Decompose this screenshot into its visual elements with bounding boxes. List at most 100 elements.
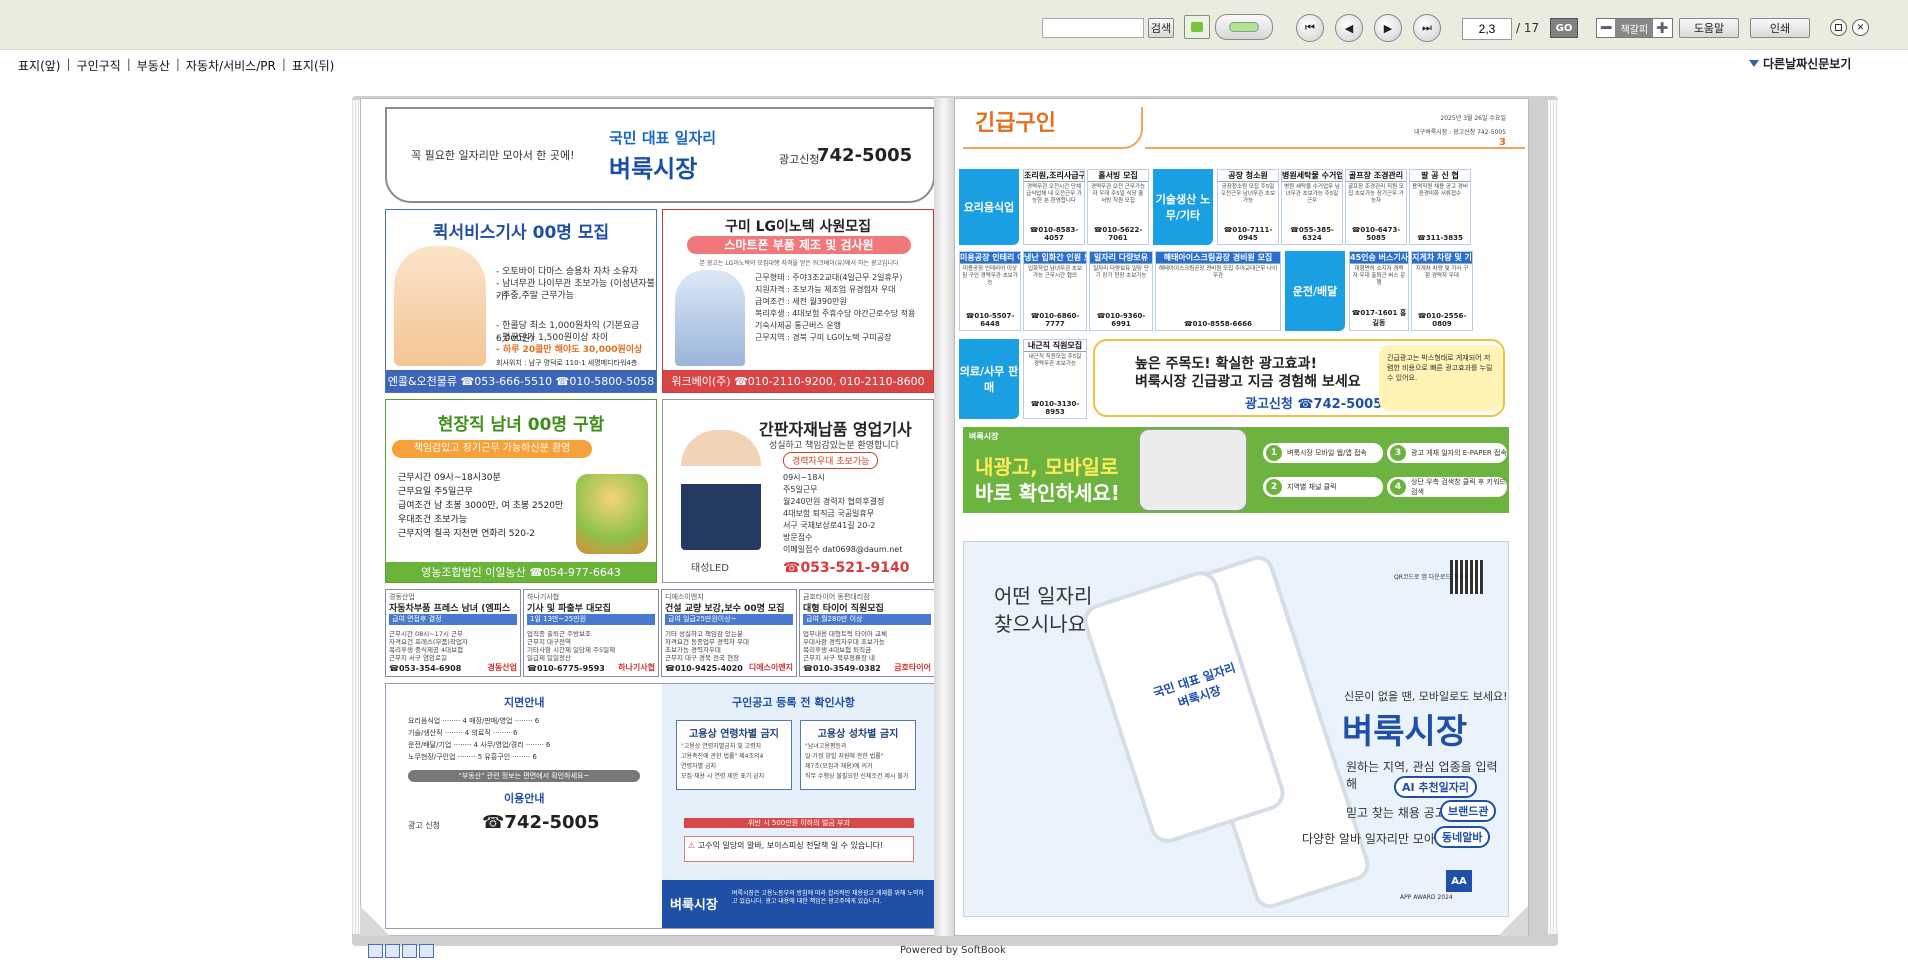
classified-phone: ☎010-5507-6448 — [965, 312, 1015, 328]
ad-line: 월240만원 경력자 협의후결정 — [783, 497, 885, 506]
ad-band: 책임감있고 장기근무 가능하신분 환영 — [392, 440, 592, 458]
list-view-icon[interactable] — [402, 944, 417, 958]
classified-title: 미용공장 인테리 이삿짐 — [960, 252, 1020, 264]
page-curl-right[interactable] — [1498, 906, 1528, 936]
region-line: 요리음식업 ········ 4 매장/판매/영업 ········ 6 — [408, 717, 540, 725]
classified-ad: 병원세탁물 수거업무 병원 세탁물 수거업무 남녀무관 초보가능 주5일 근무 … — [1281, 169, 1343, 245]
small-ad: 금호타이어 동편대리점 대형 타이어 직원모집 급여 월280만 이상 업무내용… — [799, 589, 934, 677]
next-page-button[interactable]: ▶ — [1374, 14, 1402, 42]
prev-page-icon: ◀ — [1344, 21, 1354, 35]
classified-body: 내근직 직원모집 주5일 경력무관 초보가능 — [1028, 354, 1082, 367]
courier-illustration — [394, 246, 486, 366]
classified-title: 골프장 조경관리 — [1346, 170, 1406, 182]
classified-phone: ☎010-7111-0945 — [1223, 226, 1273, 242]
ad-footer: 영농조합법인 이일농산 ☎054-977-6643 — [386, 562, 656, 582]
restore-icon — [1835, 24, 1842, 31]
restore-button[interactable] — [1830, 19, 1847, 36]
bookmark-button[interactable] — [1184, 15, 1210, 39]
other-date-dropdown[interactable]: 다른날짜신문보기 — [1745, 54, 1905, 72]
small-ad-name: 하나기사협 — [618, 663, 655, 672]
category-cover-front[interactable]: 표지(앞) — [18, 57, 60, 74]
classified-body: 해태아이스크림공장 경비원 모집 주야교대근무 나이무관 — [1158, 266, 1278, 279]
close-button[interactable]: ✕ — [1852, 19, 1869, 36]
bookmark-prev-button[interactable]: ➖ — [1597, 19, 1615, 37]
zoom-toggle-button[interactable] — [1215, 14, 1273, 40]
promo-step: 1 벼룩시장 모바일 웹/앱 접속 — [1263, 443, 1383, 463]
small-ad-label: 1일 13만~25만원 — [527, 614, 655, 625]
small-ad-phone: ☎010-9425-4020 — [665, 664, 743, 673]
classified-title: 공장 청소원 — [1218, 170, 1278, 182]
go-button[interactable]: GO — [1550, 18, 1578, 38]
classified-body: 일자리 다량보유 일당 단기 장기 현장 초보가능 — [1093, 266, 1149, 279]
right-page[interactable]: 긴급구인 2025년 3월 26일 수요일 대구벼룩시장 : 광고신청 742-… — [954, 98, 1529, 936]
box-line: 제7조(모집과 채용)에 의거 — [805, 763, 873, 770]
ad-line: 근무시간 09시~18시30분 — [398, 473, 501, 483]
classified-phone: ☎010-3130-8953 — [1030, 400, 1080, 416]
double-page-view-icon[interactable] — [385, 944, 400, 958]
category-tile-food: 요리음식업 — [959, 169, 1019, 245]
small-ad: 디에스이엔지 건설 교량 보강,보수 00명 모집 급여 일급25만원이상~ 기… — [661, 589, 797, 677]
thumbnail-view-icon[interactable] — [419, 944, 434, 958]
bookmark-list-button[interactable]: 책갈피 — [1615, 19, 1654, 37]
ad-line: 근무지역 : 경북 구미 LG이노텍 구미공장 — [755, 333, 892, 342]
classified-ad: 냉난 입화간 인원 모집 입화작업 남녀무관 초보가능 근무시간 협의 ☎010… — [1023, 251, 1087, 331]
app-tag: 동네알바 — [1434, 826, 1491, 848]
page-curl-left[interactable] — [360, 906, 390, 936]
help-button[interactable]: 도움말 — [1679, 18, 1739, 38]
ad-line: 근무요일 주5일근무 — [398, 487, 473, 497]
next-page-icon: ▶ — [1383, 21, 1393, 35]
category-tile-medical: 의료/사무 판매 — [959, 339, 1019, 419]
left-page[interactable]: 꼭 필요한 일자리만 모아서 한 곳에! 국민 대표 일자리 벼룩시장 광고신청… — [360, 98, 935, 936]
promo-brand: 벼룩시장 — [969, 432, 999, 441]
ad-company: 태성LED — [691, 563, 729, 574]
scam-warning: ⚠ 고수익 일당의 알바, 보이스피싱 전달책 일 수 있습니다! — [684, 836, 914, 862]
first-page-icon: ⏮ — [1305, 21, 1315, 34]
category-separator: | — [281, 57, 286, 71]
classified-body: 지게차 차량 및 기사 구함 경력자 우대 — [1415, 266, 1469, 279]
ad-line: 회사위치 : 남구 명덕로 110-1 세명메디타워4층 — [496, 359, 638, 367]
single-page-view-icon[interactable] — [368, 944, 383, 958]
classified-title: 냉난 입화간 인원 모집 — [1024, 252, 1086, 264]
check-title: 구인공고 등록 전 확인사항 — [732, 696, 855, 709]
small-ad-label: 급여 월280만 이상 — [803, 614, 931, 625]
box-line: 직무 수행상 불필요한 신체조건 제시 불가 — [805, 773, 909, 780]
category-real-estate[interactable]: 부동산 — [137, 57, 170, 74]
businessman-illustration — [681, 430, 761, 550]
ad-line: 이메일접수 dat0698@daum.net — [783, 545, 903, 554]
search-input[interactable] — [1042, 18, 1144, 38]
last-page-button[interactable]: ⏭ — [1413, 14, 1441, 42]
box-line: 모집·채용 시 연령 제한 표기 금지 — [681, 773, 765, 780]
question-line-1: 어떤 일자리 — [994, 584, 1093, 608]
ad-line: 09시~18시 — [783, 473, 825, 482]
page-total: / 17 — [1516, 21, 1540, 35]
chevron-down-icon — [1749, 59, 1759, 67]
category-cover-back[interactable]: 표지(뒤) — [292, 57, 334, 74]
right-page-header: 긴급구인 2025년 3월 26일 수요일 대구벼룩시장 : 광고신청 742-… — [955, 107, 1528, 153]
search-button[interactable]: 검색 — [1148, 18, 1174, 38]
print-button[interactable]: 인쇄 — [1750, 18, 1810, 38]
classified-phone: ☎017-1601 홍길동 — [1351, 309, 1407, 327]
ad-footer: 워크베이(주) ☎010-2110-9200, 010-2110-8600 — [663, 370, 933, 392]
small-ad-label: 급여 면접후 결정 — [389, 614, 517, 625]
small-ad-title: 대형 타이어 직원모집 — [803, 604, 884, 614]
bookmark-next-button[interactable]: ➕ — [1653, 19, 1671, 37]
category-jobs[interactable]: 구인구직 — [77, 57, 121, 74]
gender-discrimination-box: 고용상 성차별 금지 "남녀고용평등과 일·가정 양립 지원에 관한 법률" 제… — [800, 720, 916, 790]
prev-page-button[interactable]: ◀ — [1335, 14, 1363, 42]
first-page-button[interactable]: ⏮ — [1296, 14, 1324, 42]
category-separator: | — [175, 57, 180, 71]
page-number-input[interactable] — [1462, 18, 1512, 40]
classified-ad: 일자리 다량보유 일자리 다량보유 일당 단기 장기 현장 초보가능 ☎010-… — [1089, 251, 1153, 331]
warning-icon: ⚠ — [688, 841, 696, 850]
classified-body: 대형면허 소지자 경력자 우대 출퇴근 버스 운행 — [1352, 266, 1406, 286]
header-brand: 벼룩시장 — [609, 155, 698, 183]
small-ad-name: 디에스이엔지 — [748, 663, 793, 672]
app-tag: 브랜드관 — [1440, 800, 1497, 822]
warning-text: 고수익 일당의 알바, 보이스피싱 전달책 일 수 있습니다! — [697, 841, 884, 850]
classified-phone: ☎311-3835 — [1417, 234, 1463, 242]
category-auto-service[interactable]: 자동차/서비스/PR — [186, 57, 276, 74]
ad-note: 본 광고는 LG이노텍의 모집대행 자격을 얻은 워크베이(유)에서 하는 광고… — [699, 260, 899, 267]
issue-date: 2025년 3월 26일 수요일 — [1440, 115, 1506, 122]
classified-title: 팔 공 신 협 — [1410, 170, 1470, 182]
other-date-label: 다른날짜신문보기 — [1763, 56, 1852, 71]
